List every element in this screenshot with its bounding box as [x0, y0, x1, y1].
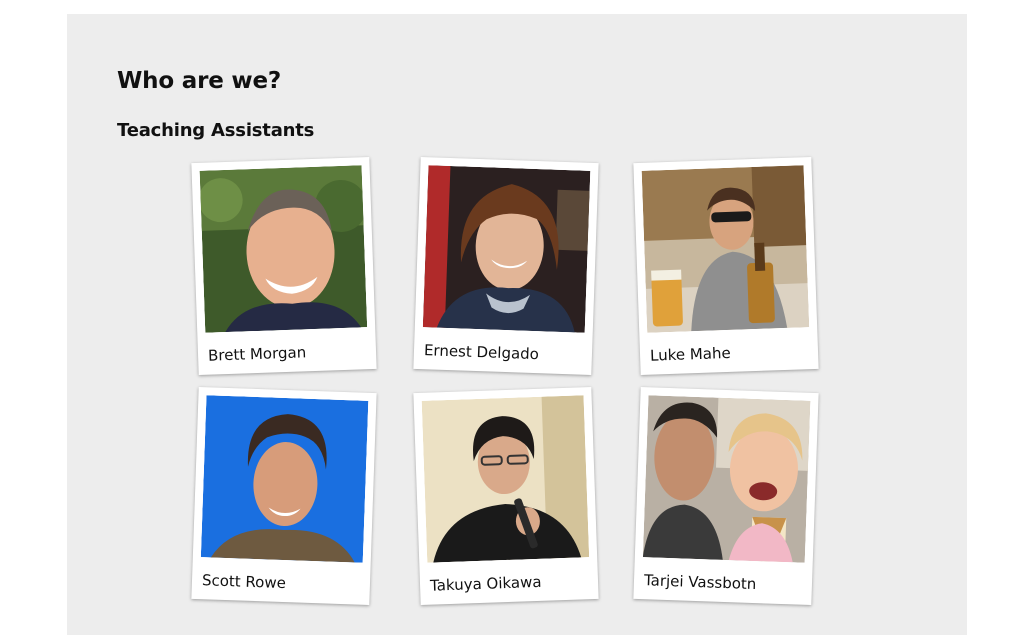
ta-card: Tarjei Vassbotn: [633, 386, 819, 606]
portrait-photo-icon: [422, 165, 591, 333]
content-panel: Who are we? Teaching Assistants Brett Mo…: [67, 14, 967, 635]
ta-name: Brett Morgan: [207, 343, 307, 365]
portrait-photo-icon: [421, 395, 590, 563]
ta-name: Tarjei Vassbotn: [643, 571, 757, 594]
ta-photo: [200, 395, 369, 563]
page-title: Who are we?: [117, 68, 282, 94]
portrait-photo-icon: [200, 395, 369, 563]
ta-card: Takuya Oikawa: [413, 386, 599, 606]
ta-card: Ernest Delgado: [413, 156, 599, 376]
ta-photo: [642, 395, 811, 563]
ta-photo: [641, 165, 810, 333]
ta-photo: [199, 165, 368, 333]
ta-name: Ernest Delgado: [423, 341, 540, 364]
ta-name: Luke Mahe: [649, 343, 731, 365]
portrait-photo-icon: [641, 165, 810, 333]
portrait-photo-icon: [642, 395, 811, 563]
ta-name: Takuya Oikawa: [429, 572, 542, 595]
portrait-photo-icon: [199, 165, 368, 333]
ta-card: Luke Mahe: [633, 156, 819, 376]
section-title: Teaching Assistants: [117, 120, 315, 141]
ta-card: Brett Morgan: [191, 156, 377, 376]
ta-photo: [421, 395, 590, 563]
ta-name: Scott Rowe: [201, 571, 287, 593]
ta-photo: [422, 165, 591, 333]
ta-card: Scott Rowe: [191, 386, 377, 606]
